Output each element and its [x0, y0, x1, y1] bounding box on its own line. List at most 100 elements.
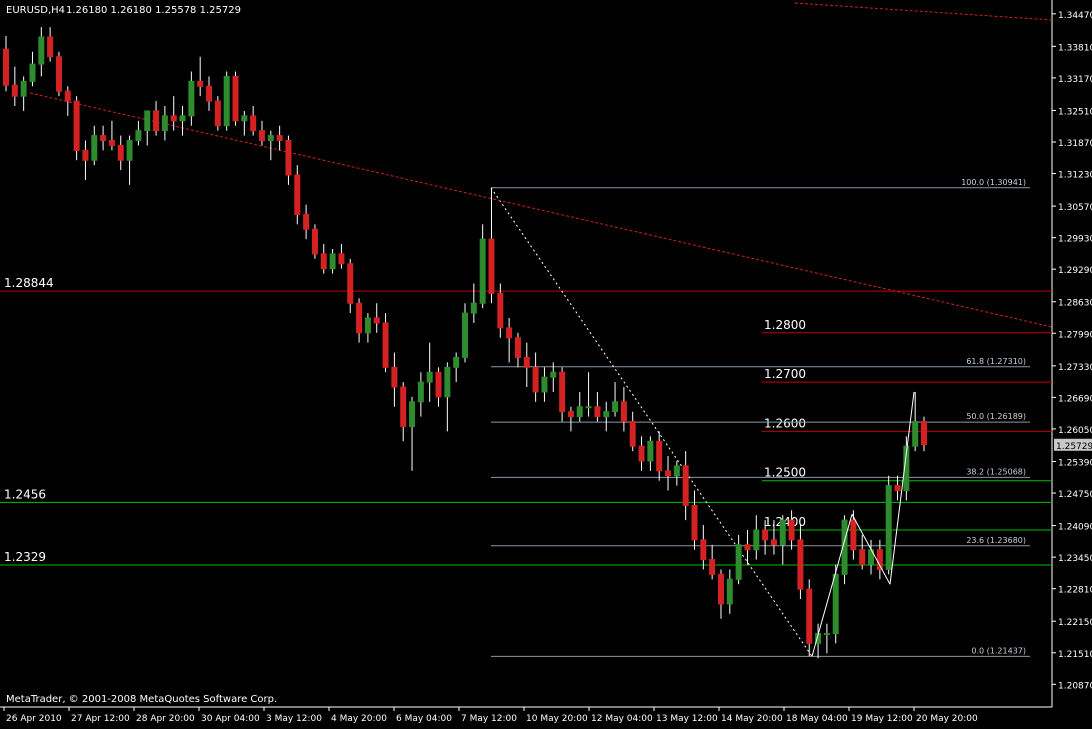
bearish-candle[interactable]	[391, 366, 398, 388]
bearish-candle[interactable]	[64, 90, 71, 102]
bearish-candle[interactable]	[532, 366, 539, 393]
bearish-candle[interactable]	[55, 56, 62, 92]
bullish-candle[interactable]	[329, 253, 336, 270]
bearish-candle[interactable]	[620, 401, 627, 423]
bullish-candle[interactable]	[161, 115, 168, 132]
bearish-candle[interactable]	[629, 421, 636, 447]
bullish-candle[interactable]	[673, 465, 680, 477]
bearish-candle[interactable]	[788, 519, 795, 541]
bearish-candle[interactable]	[594, 406, 601, 418]
bullish-candle[interactable]	[823, 633, 830, 636]
bullish-candle[interactable]	[38, 36, 45, 65]
bearish-candle[interactable]	[320, 253, 327, 270]
bearish-candle[interactable]	[435, 371, 442, 398]
bearish-candle[interactable]	[356, 302, 363, 334]
price-chart[interactable]: 1.28844 1.2456 1.2329 1.2800 1.2700 1.2600 1.2…	[0, 0, 1092, 725]
bullish-candle[interactable]	[585, 406, 592, 409]
bearish-candle[interactable]	[170, 115, 177, 122]
bearish-candle[interactable]	[850, 519, 857, 551]
bullish-candle[interactable]	[364, 317, 371, 334]
bullish-candle[interactable]	[479, 238, 486, 304]
bullish-candle[interactable]	[241, 115, 248, 122]
bullish-candle[interactable]	[912, 421, 919, 447]
bearish-candle[interactable]	[250, 115, 257, 132]
bullish-candle[interactable]	[126, 140, 133, 161]
bullish-candle[interactable]	[426, 371, 433, 383]
bearish-candle[interactable]	[700, 539, 707, 561]
bearish-candle[interactable]	[523, 356, 530, 368]
bullish-candle[interactable]	[267, 135, 274, 142]
bullish-candle[interactable]	[885, 485, 892, 570]
bearish-candle[interactable]	[232, 75, 239, 122]
bearish-candle[interactable]	[11, 84, 18, 97]
bullish-candle[interactable]	[550, 371, 557, 378]
bullish-candle[interactable]	[726, 578, 733, 605]
bullish-candle[interactable]	[20, 80, 27, 97]
bearish-candle[interactable]	[894, 485, 901, 492]
bearish-candle[interactable]	[311, 228, 318, 255]
bearish-candle[interactable]	[400, 386, 407, 427]
bullish-candle[interactable]	[541, 376, 548, 393]
bearish-candle[interactable]	[303, 213, 310, 230]
bullish-candle[interactable]	[179, 115, 186, 122]
bearish-candle[interactable]	[214, 100, 221, 127]
bearish-candle[interactable]	[294, 174, 301, 215]
bearish-candle[interactable]	[709, 559, 716, 575]
chart-window[interactable]: 1.28844 1.2456 1.2329 1.2800 1.2700 1.2600 1.2…	[0, 0, 1092, 725]
bullish-candle[interactable]	[409, 401, 416, 427]
bearish-candle[interactable]	[206, 85, 213, 102]
bullish-candle[interactable]	[135, 130, 142, 142]
bearish-candle[interactable]	[197, 80, 204, 87]
bullish-candle[interactable]	[779, 519, 786, 546]
bearish-candle[interactable]	[567, 411, 574, 418]
bearish-candle[interactable]	[382, 322, 389, 368]
bullish-candle[interactable]	[576, 406, 583, 418]
bullish-candle[interactable]	[612, 401, 619, 413]
bearish-candle[interactable]	[682, 465, 689, 506]
bullish-candle[interactable]	[453, 356, 460, 368]
bullish-candle[interactable]	[29, 63, 36, 82]
bearish-candle[interactable]	[73, 100, 80, 151]
bearish-candle[interactable]	[859, 549, 866, 566]
bearish-candle[interactable]	[82, 149, 89, 161]
bearish-candle[interactable]	[762, 529, 769, 541]
bullish-candle[interactable]	[753, 529, 760, 551]
bearish-candle[interactable]	[665, 470, 672, 477]
bullish-candle[interactable]	[832, 573, 839, 635]
bullish-candle[interactable]	[417, 381, 424, 403]
bearish-candle[interactable]	[638, 445, 645, 462]
bullish-candle[interactable]	[444, 366, 451, 398]
bearish-candle[interactable]	[285, 140, 292, 176]
bearish-candle[interactable]	[806, 588, 813, 644]
bullish-candle[interactable]	[91, 135, 98, 161]
bullish-candle[interactable]	[735, 544, 742, 580]
bearish-candle[interactable]	[497, 292, 504, 329]
bearish-candle[interactable]	[100, 135, 107, 142]
bearish-candle[interactable]	[373, 317, 380, 324]
bearish-candle[interactable]	[797, 539, 804, 590]
bullish-candle[interactable]	[223, 75, 230, 127]
bullish-candle[interactable]	[470, 302, 477, 314]
bearish-candle[interactable]	[488, 238, 495, 294]
bearish-candle[interactable]	[258, 130, 265, 142]
bearish-candle[interactable]	[717, 573, 724, 605]
bearish-candle[interactable]	[921, 421, 927, 446]
bearish-candle[interactable]	[338, 253, 345, 265]
bearish-candle[interactable]	[770, 539, 777, 546]
bullish-candle[interactable]	[603, 411, 610, 418]
bullish-candle[interactable]	[188, 80, 195, 117]
bearish-candle[interactable]	[108, 140, 115, 146]
bearish-candle[interactable]	[559, 371, 566, 413]
bullish-candle[interactable]	[462, 312, 468, 358]
bullish-candle[interactable]	[647, 440, 654, 462]
bearish-candle[interactable]	[347, 263, 354, 304]
bearish-candle[interactable]	[276, 135, 283, 142]
bearish-candle[interactable]	[117, 144, 124, 161]
bearish-candle[interactable]	[3, 48, 9, 86]
bearish-candle[interactable]	[656, 440, 663, 472]
bearish-candle[interactable]	[153, 110, 160, 132]
bearish-candle[interactable]	[47, 36, 54, 58]
bearish-candle[interactable]	[506, 327, 513, 339]
bearish-candle[interactable]	[744, 544, 751, 551]
bullish-candle[interactable]	[144, 110, 151, 132]
